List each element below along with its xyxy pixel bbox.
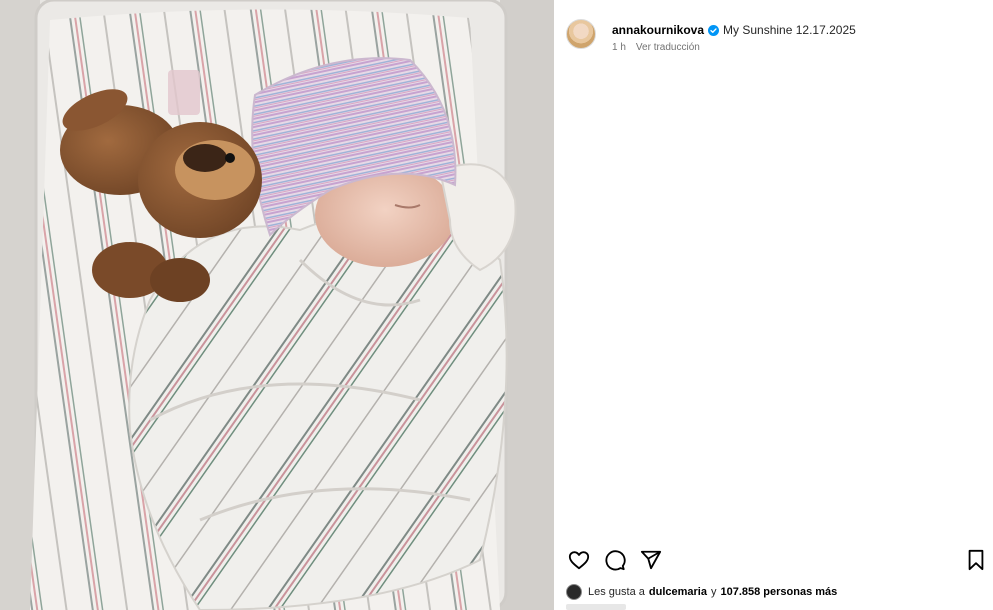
likes-prefix: Les gusta a [588, 586, 645, 598]
comment-icon [605, 550, 626, 571]
username-link[interactable]: annakournikova [612, 22, 704, 38]
post-header: annakournikova My Sunshine 12.17.2025 1 … [566, 19, 856, 53]
post-time: 1 h [612, 42, 626, 53]
save-button[interactable] [963, 547, 989, 573]
likes-joiner: y [710, 586, 717, 598]
cut-off-row [566, 604, 626, 610]
likes-summary[interactable]: Les gusta a dulcemaria y 107.858 persona… [566, 584, 837, 600]
comment-button[interactable] [602, 547, 628, 573]
see-translation-link[interactable]: Ver traducción [636, 42, 700, 53]
bookmark-icon [968, 549, 984, 571]
like-button[interactable] [566, 547, 592, 573]
share-button[interactable] [638, 547, 664, 573]
post-panel: annakournikova My Sunshine 12.17.2025 1 … [554, 0, 993, 610]
user-avatar[interactable] [566, 19, 596, 49]
liker-username[interactable]: dulcemaria [649, 586, 707, 598]
newborn-photo [0, 0, 554, 610]
header-text: annakournikova My Sunshine 12.17.2025 1 … [612, 19, 856, 53]
post-caption: My Sunshine 12.17.2025 [723, 23, 856, 37]
meta-row: 1 h Ver traducción [612, 42, 856, 53]
share-icon [640, 550, 662, 570]
likes-count[interactable]: 107.858 personas más [720, 586, 837, 598]
liker-avatar [566, 584, 582, 600]
heart-icon [568, 551, 590, 570]
post-image[interactable] [0, 0, 554, 610]
verified-badge-icon [708, 24, 720, 36]
action-bar [566, 547, 986, 573]
caption-row: annakournikova My Sunshine 12.17.2025 [612, 22, 856, 38]
